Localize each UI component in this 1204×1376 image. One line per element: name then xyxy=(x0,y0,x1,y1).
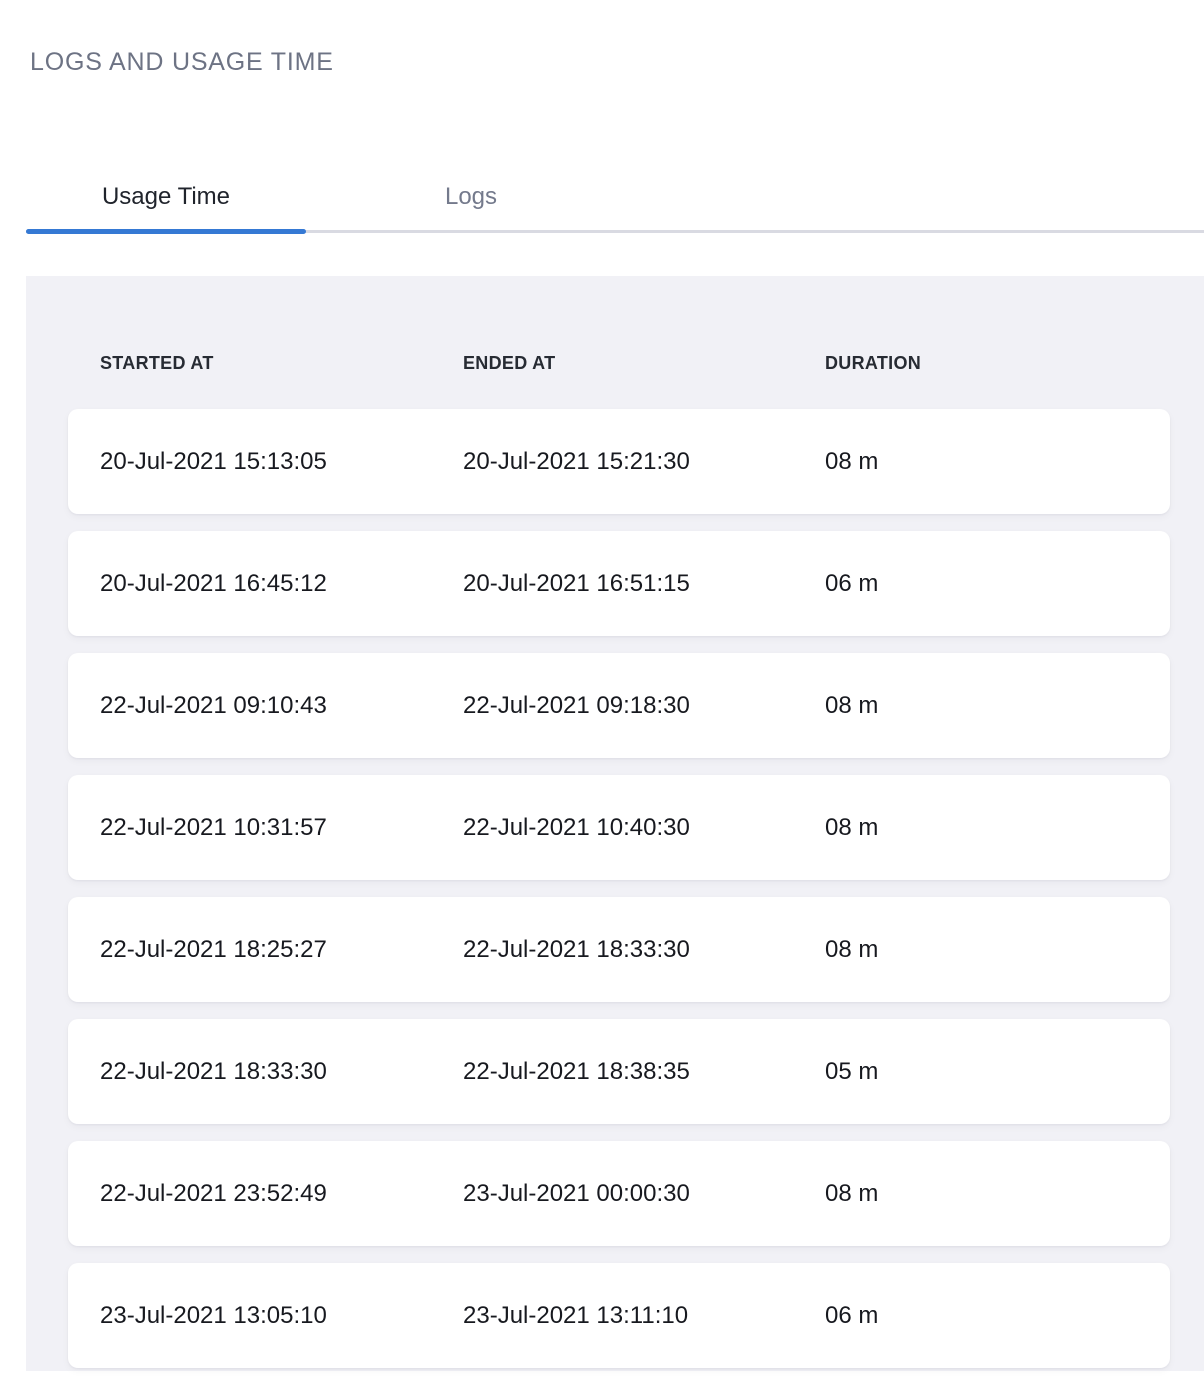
tab-usage-time-label: Usage Time xyxy=(102,183,230,211)
table-body: 20-Jul-2021 15:13:05 20-Jul-2021 15:21:3… xyxy=(26,409,1204,1368)
cell-started-at: 22-Jul-2021 09:10:43 xyxy=(100,692,463,720)
cell-duration: 08 m xyxy=(825,692,1170,720)
table-row: 22-Jul-2021 23:52:49 23-Jul-2021 00:00:3… xyxy=(68,1141,1170,1246)
table-row: 20-Jul-2021 16:45:12 20-Jul-2021 16:51:1… xyxy=(68,531,1170,636)
tab-usage-time[interactable]: Usage Time xyxy=(26,164,306,230)
cell-ended-at: 22-Jul-2021 10:40:30 xyxy=(463,814,825,842)
cell-started-at: 20-Jul-2021 16:45:12 xyxy=(100,570,463,598)
table-row: 22-Jul-2021 10:31:57 22-Jul-2021 10:40:3… xyxy=(68,775,1170,880)
table-row: 22-Jul-2021 18:25:27 22-Jul-2021 18:33:3… xyxy=(68,897,1170,1002)
cell-ended-at: 22-Jul-2021 18:38:35 xyxy=(463,1058,825,1086)
cell-started-at: 20-Jul-2021 15:13:05 xyxy=(100,448,463,476)
cell-duration: 08 m xyxy=(825,814,1170,842)
tab-logs[interactable]: Logs xyxy=(306,164,636,230)
table-row: 20-Jul-2021 15:13:05 20-Jul-2021 15:21:3… xyxy=(68,409,1170,514)
cell-started-at: 22-Jul-2021 18:25:27 xyxy=(100,936,463,964)
tab-logs-label: Logs xyxy=(445,183,497,211)
cell-ended-at: 20-Jul-2021 15:21:30 xyxy=(463,448,825,476)
table-row: 22-Jul-2021 18:33:30 22-Jul-2021 18:38:3… xyxy=(68,1019,1170,1124)
cell-duration: 08 m xyxy=(825,1180,1170,1208)
cell-duration: 05 m xyxy=(825,1058,1170,1086)
active-tab-indicator xyxy=(26,229,306,234)
usage-time-panel: STARTED AT ENDED AT DURATION 20-Jul-2021… xyxy=(26,276,1204,1371)
page-title: LOGS AND USAGE TIME xyxy=(30,48,1204,76)
cell-ended-at: 23-Jul-2021 13:11:10 xyxy=(463,1302,825,1330)
cell-duration: 06 m xyxy=(825,570,1170,598)
cell-started-at: 23-Jul-2021 13:05:10 xyxy=(100,1302,463,1330)
column-header-duration: DURATION xyxy=(825,354,1170,372)
cell-started-at: 22-Jul-2021 18:33:30 xyxy=(100,1058,463,1086)
table-row: 23-Jul-2021 13:05:10 23-Jul-2021 13:11:1… xyxy=(68,1263,1170,1368)
cell-duration: 06 m xyxy=(825,1302,1170,1330)
table-row: 22-Jul-2021 09:10:43 22-Jul-2021 09:18:3… xyxy=(68,653,1170,758)
cell-started-at: 22-Jul-2021 10:31:57 xyxy=(100,814,463,842)
table-header-row: STARTED AT ENDED AT DURATION xyxy=(68,354,1170,372)
tab-bar: Usage Time Logs xyxy=(26,164,1204,233)
cell-ended-at: 22-Jul-2021 18:33:30 xyxy=(463,936,825,964)
cell-ended-at: 22-Jul-2021 09:18:30 xyxy=(463,692,825,720)
cell-ended-at: 20-Jul-2021 16:51:15 xyxy=(463,570,825,598)
cell-ended-at: 23-Jul-2021 00:00:30 xyxy=(463,1180,825,1208)
cell-duration: 08 m xyxy=(825,936,1170,964)
column-header-started-at: STARTED AT xyxy=(100,354,463,372)
cell-duration: 08 m xyxy=(825,448,1170,476)
column-header-ended-at: ENDED AT xyxy=(463,354,825,372)
cell-started-at: 22-Jul-2021 23:52:49 xyxy=(100,1180,463,1208)
